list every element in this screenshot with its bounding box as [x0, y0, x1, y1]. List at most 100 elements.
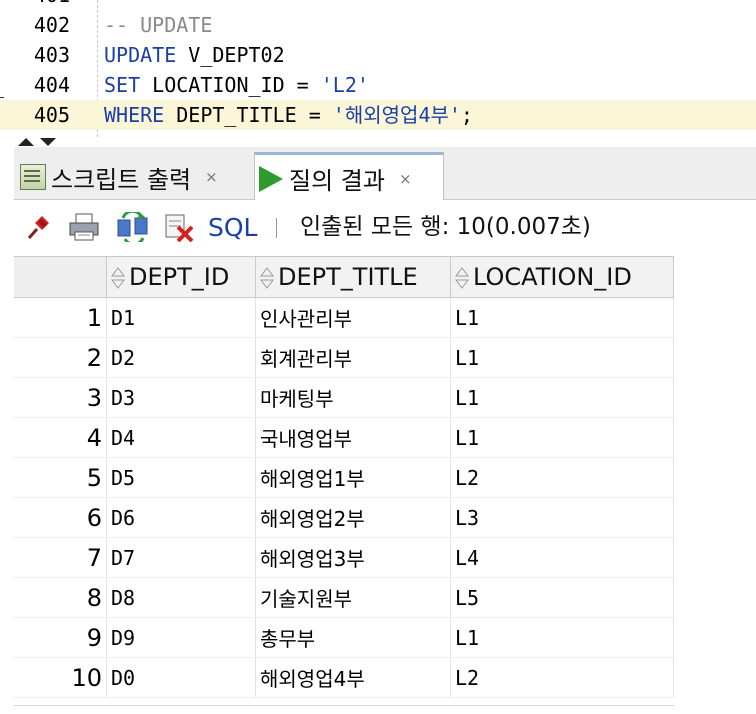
- result-toolbar: SQL 인출된 모든 행: 10(0.007초): [14, 200, 756, 255]
- row-number: 8: [14, 577, 107, 618]
- cell-location-id[interactable]: L1: [450, 617, 674, 658]
- result-grid[interactable]: DEPT_ID DEPT_TITLE LOCATION_ID 1 D1 인사관리부 L…: [14, 256, 756, 714]
- cell-location-id[interactable]: L1: [450, 337, 674, 378]
- cell-dept-title[interactable]: 회계관리부: [255, 337, 451, 378]
- tab-close-icon[interactable]: ×: [399, 170, 412, 188]
- code-string: '해외영업4부': [332, 103, 461, 127]
- tab-close-icon[interactable]: ×: [205, 168, 218, 186]
- row-number: 2: [14, 337, 107, 378]
- editor-line[interactable]: 402 -- UPDATE: [0, 10, 756, 40]
- refresh-icon[interactable]: [114, 212, 152, 242]
- result-tab-bar: 스크립트 출력 × 질의 결과 ×: [14, 147, 756, 202]
- editor-line[interactable]: 401: [0, 0, 756, 10]
- cell-dept-title[interactable]: 국내영업부: [255, 417, 451, 458]
- sort-icon: [111, 267, 125, 289]
- table-row[interactable]: 8 D8 기술지원부 L5: [14, 577, 674, 618]
- cell-location-id[interactable]: L1: [450, 297, 674, 338]
- table-row[interactable]: 4 D4 국내영업부 L1: [14, 417, 674, 458]
- column-header-label: LOCATION_ID: [473, 263, 632, 291]
- code-text[interactable]: UPDATE V_DEPT02: [104, 40, 285, 70]
- cell-dept-title[interactable]: 총무부: [255, 617, 451, 658]
- row-number: 6: [14, 497, 107, 538]
- cell-location-id[interactable]: L3: [450, 497, 674, 538]
- cell-dept-title[interactable]: 해외영업4부: [255, 657, 451, 698]
- row-number: 7: [14, 537, 107, 578]
- header-row: DEPT_ID DEPT_TITLE LOCATION_ID: [14, 256, 674, 298]
- cell-dept-id[interactable]: D8: [106, 577, 256, 618]
- sql-button[interactable]: SQL: [208, 212, 257, 242]
- row-number: 10: [14, 657, 107, 698]
- cell-dept-title[interactable]: 마케팅부: [255, 377, 451, 418]
- cell-dept-title[interactable]: 인사관리부: [255, 297, 451, 338]
- line-number: 401: [14, 0, 70, 10]
- cell-dept-id[interactable]: D3: [106, 377, 256, 418]
- table-row[interactable]: 3 D3 마케팅부 L1: [14, 377, 674, 418]
- editor-line[interactable]: 404 SET LOCATION_ID = 'L2': [0, 70, 756, 100]
- cell-location-id[interactable]: L2: [450, 657, 674, 698]
- tab-query-result[interactable]: 질의 결과 ×: [254, 152, 444, 202]
- row-number: 4: [14, 417, 107, 458]
- run-query-icon: [259, 165, 283, 192]
- column-header-location-id[interactable]: LOCATION_ID: [450, 256, 674, 298]
- result-table: DEPT_ID DEPT_TITLE LOCATION_ID 1 D1 인사관리부 L…: [14, 256, 674, 698]
- code-keyword: WHERE: [104, 103, 165, 127]
- cell-location-id[interactable]: L1: [450, 417, 674, 458]
- table-row[interactable]: 7 D7 해외영업3부 L4: [14, 537, 674, 578]
- cell-dept-title[interactable]: 해외영업1부: [255, 457, 451, 498]
- cell-location-id[interactable]: L1: [450, 377, 674, 418]
- code-plain: LOCATION_ID =: [140, 73, 321, 97]
- export-cancel-icon[interactable]: [162, 212, 196, 242]
- code-text[interactable]: -- UPDATE: [104, 10, 212, 40]
- script-output-icon: [20, 164, 46, 190]
- cell-dept-id[interactable]: D2: [106, 337, 256, 378]
- table-row[interactable]: 2 D2 회계관리부 L1: [14, 337, 674, 378]
- table-row[interactable]: 5 D5 해외영업1부 L2: [14, 457, 674, 498]
- code-keyword: SET: [104, 73, 141, 97]
- editor-line[interactable]: 403 UPDATE V_DEPT02: [0, 40, 756, 70]
- column-header-dept-id[interactable]: DEPT_ID: [106, 256, 256, 298]
- grid-bottom-border: [14, 705, 674, 706]
- toolbar-separator: [276, 218, 277, 238]
- editor-line-current[interactable]: 405 WHERE DEPT_TITLE = '해외영업4부';: [0, 100, 756, 130]
- table-row[interactable]: 10 D0 해외영업4부 L2: [14, 657, 674, 698]
- cell-dept-title[interactable]: 해외영업3부: [255, 537, 451, 578]
- cell-dept-id[interactable]: D9: [106, 617, 256, 658]
- column-header-dept-title[interactable]: DEPT_TITLE: [255, 256, 451, 298]
- code-comment: -- UPDATE: [104, 13, 213, 37]
- print-icon[interactable]: [66, 212, 102, 242]
- row-number: 9: [14, 617, 107, 658]
- tab-label: 질의 결과: [289, 167, 385, 195]
- cell-dept-id[interactable]: D5: [106, 457, 256, 498]
- code-keyword: UPDATE: [104, 43, 177, 67]
- cell-location-id[interactable]: L5: [450, 577, 674, 618]
- cell-location-id[interactable]: L4: [450, 537, 674, 578]
- table-row[interactable]: 9 D9 총무부 L1: [14, 617, 674, 658]
- code-plain: DEPT_TITLE =: [164, 103, 333, 127]
- cell-dept-id[interactable]: D0: [106, 657, 256, 698]
- fetch-status-text: 인출된 모든 행: 10(0.007초): [300, 214, 591, 240]
- table-row[interactable]: 1 D1 인사관리부 L1: [14, 297, 674, 338]
- code-text[interactable]: WHERE DEPT_TITLE = '해외영업4부';: [104, 100, 473, 130]
- table-row[interactable]: 6 D6 해외영업2부 L3: [14, 497, 674, 538]
- tab-script-output[interactable]: 스크립트 출력 ×: [20, 155, 218, 199]
- column-header-label: DEPT_TITLE: [278, 263, 418, 291]
- cell-location-id[interactable]: L2: [450, 457, 674, 498]
- cell-dept-id[interactable]: D1: [106, 297, 256, 338]
- cell-dept-id[interactable]: D7: [106, 537, 256, 578]
- code-plain: ;: [460, 103, 473, 127]
- sort-icon: [455, 267, 469, 289]
- pin-icon[interactable]: [24, 212, 54, 242]
- line-number: 402: [33, 13, 70, 37]
- sql-editor[interactable]: 401 402 -- UPDATE 403 UPDATE V_DEPT02 40…: [0, 0, 756, 137]
- code-text[interactable]: SET LOCATION_ID = 'L2': [104, 70, 369, 100]
- cell-dept-title[interactable]: 해외영업2부: [255, 497, 451, 538]
- cell-dept-id[interactable]: D6: [106, 497, 256, 538]
- cell-dept-title[interactable]: 기술지원부: [255, 577, 451, 618]
- line-number: 405: [33, 103, 70, 127]
- row-number: 5: [14, 457, 107, 498]
- line-number: 404: [33, 73, 70, 97]
- split-collapse-arrows-icon[interactable]: [16, 137, 76, 147]
- sort-icon: [260, 267, 274, 289]
- cell-dept-id[interactable]: D4: [106, 417, 256, 458]
- row-number: 1: [14, 297, 107, 338]
